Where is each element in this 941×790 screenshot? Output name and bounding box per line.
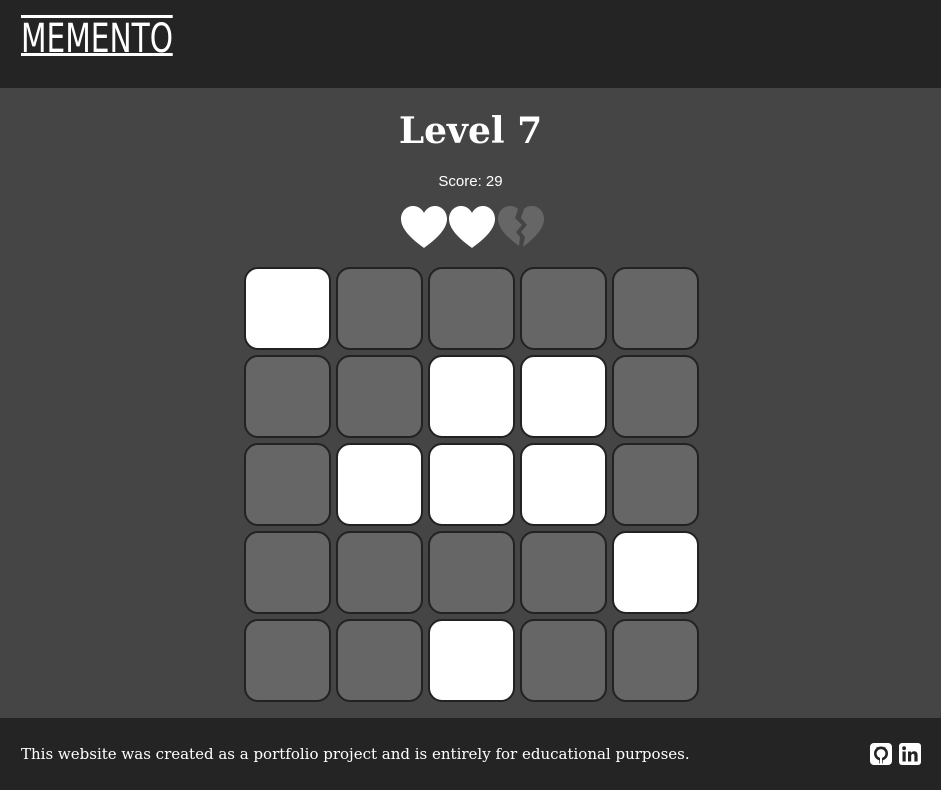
lives-indicator bbox=[399, 204, 547, 250]
game-area: Level 7 Score: 29 bbox=[0, 88, 941, 718]
heart-broken-icon bbox=[498, 206, 544, 247]
tile-unlit[interactable] bbox=[336, 267, 423, 350]
memory-grid bbox=[244, 267, 700, 702]
tile-unlit[interactable] bbox=[612, 267, 699, 350]
tile-lit[interactable] bbox=[428, 619, 515, 702]
site-footer: This website was created as a portfolio … bbox=[0, 718, 941, 790]
logo[interactable]: MEMENTO bbox=[21, 15, 174, 59]
tile-unlit[interactable] bbox=[612, 443, 699, 526]
tile-unlit[interactable] bbox=[336, 531, 423, 614]
footer-disclaimer: This website was created as a portfolio … bbox=[21, 745, 690, 763]
tile-unlit[interactable] bbox=[428, 267, 515, 350]
tile-unlit[interactable] bbox=[428, 531, 515, 614]
linkedin-icon[interactable] bbox=[899, 743, 921, 765]
github-icon[interactable] bbox=[870, 743, 892, 765]
tile-unlit[interactable] bbox=[244, 531, 331, 614]
heart-full-icon bbox=[449, 206, 495, 248]
level-title: Level 7 bbox=[398, 110, 543, 152]
tile-lit[interactable] bbox=[428, 443, 515, 526]
tile-unlit[interactable] bbox=[244, 355, 331, 438]
tile-unlit[interactable] bbox=[244, 619, 331, 702]
tile-unlit[interactable] bbox=[336, 355, 423, 438]
tile-unlit[interactable] bbox=[336, 619, 423, 702]
tile-unlit[interactable] bbox=[612, 355, 699, 438]
tile-unlit[interactable] bbox=[520, 531, 607, 614]
tile-lit[interactable] bbox=[336, 443, 423, 526]
tile-lit[interactable] bbox=[520, 443, 607, 526]
tile-lit[interactable] bbox=[244, 267, 331, 350]
tile-unlit[interactable] bbox=[520, 619, 607, 702]
tile-unlit[interactable] bbox=[612, 619, 699, 702]
score-display: Score: 29 bbox=[438, 173, 503, 190]
tile-unlit[interactable] bbox=[244, 443, 331, 526]
site-header: MEMENTO bbox=[0, 0, 941, 88]
tile-lit[interactable] bbox=[428, 355, 515, 438]
heart-full-icon bbox=[401, 206, 447, 248]
tile-unlit[interactable] bbox=[520, 267, 607, 350]
tile-lit[interactable] bbox=[520, 355, 607, 438]
tile-lit[interactable] bbox=[612, 531, 699, 614]
